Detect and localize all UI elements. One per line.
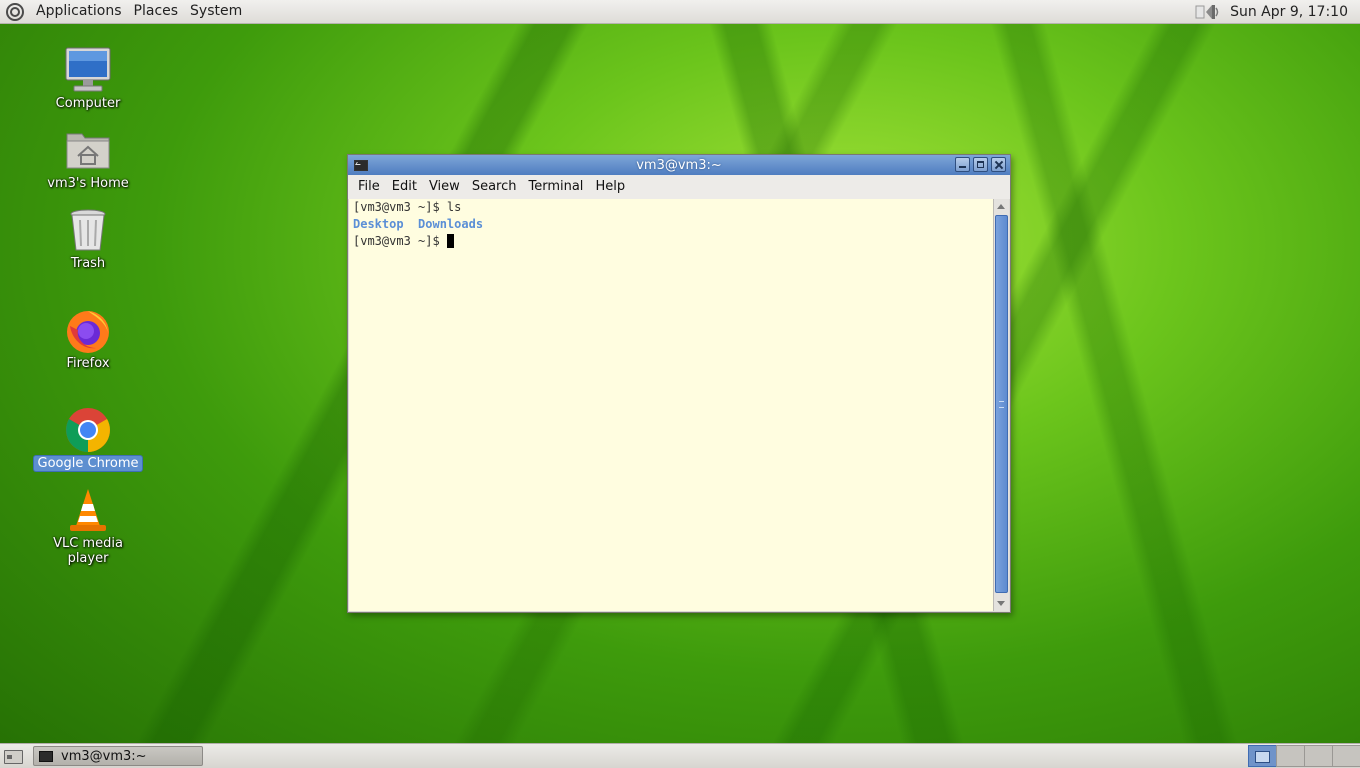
terminal-line: Desktop Downloads — [349, 216, 994, 233]
vertical-scrollbar[interactable] — [993, 199, 1009, 611]
taskbar-button-terminal[interactable]: vm3@vm3:~ — [33, 746, 203, 766]
taskbar-button-label: vm3@vm3:~ — [61, 748, 147, 764]
menu-applications[interactable]: Applications — [30, 0, 128, 23]
workspace-4[interactable] — [1332, 745, 1360, 767]
volume-icon[interactable] — [1194, 2, 1222, 22]
terminal-output[interactable]: [vm3@vm3 ~]$ ls Desktop Downloads [vm3@v… — [349, 199, 994, 611]
terminal-window: vm3@vm3:~ File Edit View Search Terminal… — [347, 154, 1011, 613]
desktop-icon-home[interactable]: vm3's Home — [28, 126, 148, 191]
maximize-button[interactable] — [973, 157, 988, 172]
chrome-icon — [64, 406, 112, 454]
show-desktop-icon[interactable] — [3, 747, 23, 765]
desktop-icon-firefox[interactable]: Firefox — [28, 306, 148, 371]
desktop-icon-label: Computer — [55, 96, 121, 111]
distro-logo-icon[interactable] — [6, 2, 24, 21]
minimize-button[interactable] — [955, 157, 970, 172]
panel-tray: Sun Apr 9, 17:10 — [1194, 0, 1360, 23]
desktop-icon-vlc[interactable]: VLC media player — [28, 486, 148, 566]
menu-places[interactable]: Places — [128, 0, 185, 23]
scroll-up-arrow-icon[interactable] — [994, 199, 1009, 213]
firefox-icon — [64, 306, 112, 354]
workspace-3[interactable] — [1304, 745, 1332, 767]
desktop-icon-label: Google Chrome — [33, 456, 143, 471]
terminal-line: [vm3@vm3 ~]$ ls — [353, 200, 462, 214]
menu-file[interactable]: File — [352, 175, 386, 199]
window-controls — [955, 157, 1006, 172]
bottom-panel: vm3@vm3:~ — [0, 743, 1360, 768]
clock[interactable]: Sun Apr 9, 17:10 — [1230, 4, 1360, 20]
terminal-menubar: File Edit View Search Terminal Help — [348, 175, 1010, 199]
desktop-icon-label: Trash — [70, 256, 106, 271]
desktop-icon-trash[interactable]: Trash — [28, 206, 148, 271]
computer-icon — [64, 46, 112, 94]
workspace-switcher — [1248, 745, 1360, 768]
home-folder-icon — [64, 126, 112, 174]
workspace-2[interactable] — [1276, 745, 1304, 767]
menu-view[interactable]: View — [423, 175, 466, 199]
menu-search[interactable]: Search — [466, 175, 523, 199]
desktop-icon-computer[interactable]: Computer — [28, 46, 148, 111]
desktop-icon-label: Firefox — [66, 356, 110, 371]
desktop-icon-label: VLC media player — [53, 536, 123, 566]
directory-entry: Desktop — [353, 217, 404, 231]
desktop: Applications Places System Sun Apr 9, 17… — [0, 0, 1360, 768]
desktop-icon-chrome[interactable]: Google Chrome — [28, 406, 148, 471]
workspace-1[interactable] — [1248, 745, 1276, 767]
menu-terminal[interactable]: Terminal — [522, 175, 589, 199]
window-title: vm3@vm3:~ — [636, 157, 722, 173]
menu-system[interactable]: System — [184, 0, 248, 23]
terminal-prompt: [vm3@vm3 ~]$ — [353, 234, 447, 248]
close-button[interactable] — [991, 157, 1006, 172]
terminal-prompt-line: [vm3@vm3 ~]$ — [349, 233, 994, 250]
desktop-icon-label: vm3's Home — [47, 176, 129, 191]
directory-entry: Downloads — [418, 217, 484, 231]
trash-icon — [64, 206, 112, 254]
vlc-icon — [64, 486, 112, 534]
scroll-down-arrow-icon[interactable] — [994, 597, 1009, 611]
text-cursor — [446, 234, 454, 248]
top-panel: Applications Places System Sun Apr 9, 17… — [0, 0, 1360, 24]
window-titlebar[interactable]: vm3@vm3:~ — [348, 155, 1010, 175]
menu-help[interactable]: Help — [589, 175, 631, 199]
panel-menu-bar: Applications Places System — [0, 0, 248, 23]
menu-edit[interactable]: Edit — [386, 175, 423, 199]
scrollbar-thumb[interactable] — [995, 215, 1008, 593]
terminal-icon — [39, 750, 53, 762]
